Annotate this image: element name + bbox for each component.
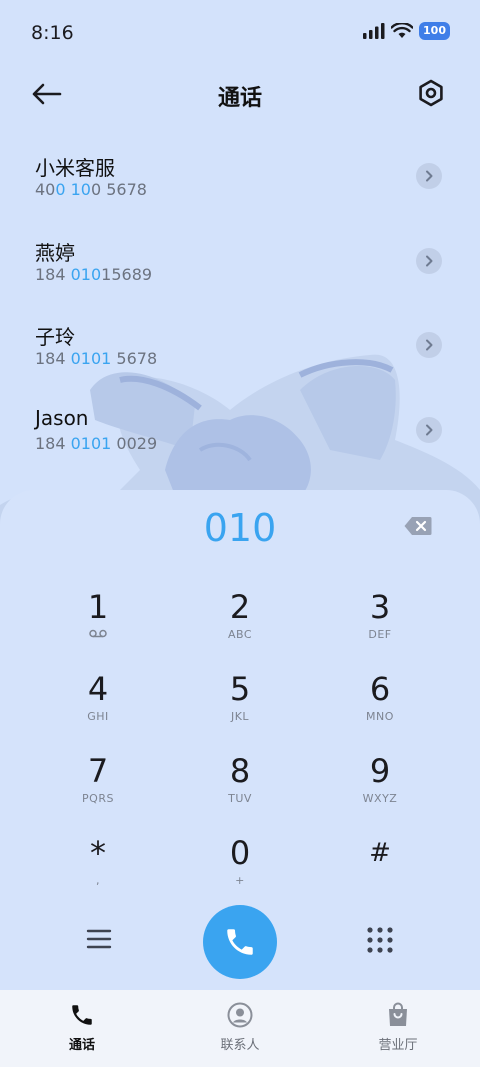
wifi-icon <box>391 23 414 38</box>
contact-item[interactable]: 小米客服 400 100 5678 <box>0 140 480 225</box>
key-letters: , <box>96 874 100 887</box>
key-digit: 8 <box>229 752 251 790</box>
contact-detail-button[interactable] <box>416 332 442 358</box>
key-3[interactable]: 3 DEF <box>325 588 435 658</box>
keypad-toggle-button[interactable] <box>366 926 394 954</box>
page-title: 通话 <box>217 86 262 111</box>
key-letters: JKL <box>230 710 250 723</box>
key-7[interactable]: 7 PQRS <box>43 752 153 822</box>
key-letters: + <box>235 874 245 887</box>
chevron-right-icon <box>426 255 433 266</box>
key-letters: TUV <box>228 792 252 805</box>
key-digit: # <box>369 838 391 868</box>
gear-icon <box>419 79 443 107</box>
bottom-navigation: 通话 联系人 营业厅 <box>0 990 480 1067</box>
key-letters: DEF <box>368 628 392 641</box>
contact-suggestion-list: 小米客服 400 100 5678 燕婷 184 01015689 子玲 184… <box>0 140 480 478</box>
chevron-right-icon <box>426 170 433 182</box>
settings-button[interactable] <box>416 78 448 110</box>
shopping-bag-icon <box>389 1002 407 1026</box>
key-star[interactable]: * , <box>43 834 153 904</box>
key-9[interactable]: 9 WXYZ <box>325 752 435 822</box>
key-digit: 3 <box>369 588 391 626</box>
contact-detail-button[interactable] <box>416 247 442 274</box>
contact-name: 燕婷 <box>35 240 75 265</box>
nav-tab-contacts[interactable]: 联系人 <box>190 1002 290 1053</box>
contact-number: 184 01015689 <box>35 264 153 284</box>
contact-item[interactable]: Jason 184 0101 0029 <box>0 394 480 479</box>
contact-name: 子玲 <box>35 325 75 349</box>
key-5[interactable]: 5 JKL <box>185 670 295 740</box>
key-hash[interactable]: # <box>325 834 435 904</box>
key-digit: * <box>90 834 106 872</box>
key-digit: 9 <box>369 752 391 790</box>
header: 通话 <box>0 70 480 118</box>
menu-button[interactable] <box>86 927 112 951</box>
contact-number: 400 100 5678 <box>35 180 147 199</box>
key-letters: PQRS <box>82 792 114 805</box>
key-letters: WXYZ <box>362 792 398 805</box>
key-4[interactable]: 4 GHI <box>43 670 153 740</box>
call-button[interactable] <box>203 905 277 979</box>
contact-number: 184 0101 5678 <box>35 349 158 368</box>
contact-detail-button[interactable] <box>416 163 442 189</box>
key-digit: 5 <box>229 670 251 708</box>
nav-label: 通话 <box>68 1038 95 1053</box>
nav-label: 营业厅 <box>378 1038 418 1053</box>
dialpad-panel: 010 1 2 ABC 3 DEF 4 GHI 5 JKL 6 MNO 7 PQ… <box>0 490 480 990</box>
contact-detail-button[interactable] <box>416 416 442 443</box>
key-digit: 0 <box>229 834 251 872</box>
backspace-icon <box>404 517 432 535</box>
contact-item[interactable]: 子玲 184 0101 5678 <box>0 309 480 394</box>
key-letters: GHI <box>87 710 109 723</box>
key-8[interactable]: 8 TUV <box>185 752 295 822</box>
nav-tab-service-hall[interactable]: 营业厅 <box>348 1002 448 1053</box>
key-2[interactable]: 2 ABC <box>185 588 295 658</box>
backspace-button[interactable] <box>404 516 432 536</box>
battery-indicator: 100 <box>419 22 450 40</box>
signal-icon <box>363 23 385 39</box>
contact-name: Jason <box>35 405 89 430</box>
chevron-right-icon <box>426 424 433 435</box>
key-digit: 7 <box>87 752 109 790</box>
person-icon <box>227 1002 253 1028</box>
key-1[interactable]: 1 <box>43 588 153 658</box>
menu-icon <box>86 929 112 949</box>
contact-item[interactable]: 燕婷 184 01015689 <box>0 225 480 310</box>
voicemail-icon <box>89 629 107 638</box>
phone-icon <box>227 929 253 955</box>
status-time: 8:16 <box>31 22 74 44</box>
key-digit: 1 <box>87 588 109 626</box>
contact-name: 小米客服 <box>35 156 115 180</box>
nav-label: 联系人 <box>220 1038 260 1053</box>
key-letters: ABC <box>227 628 253 641</box>
nav-tab-calls[interactable]: 通话 <box>32 1002 132 1053</box>
key-6[interactable]: 6 MNO <box>325 670 435 740</box>
key-digit: 4 <box>87 670 109 708</box>
chevron-right-icon <box>426 339 433 351</box>
status-icons: 100 <box>363 22 450 40</box>
phone-icon <box>72 1005 92 1025</box>
key-0[interactable]: 0 + <box>185 834 295 904</box>
contact-number: 184 0101 0029 <box>35 433 158 453</box>
key-digit: 6 <box>369 670 391 708</box>
key-digit: 2 <box>229 588 251 626</box>
key-letters: MNO <box>366 710 394 723</box>
dialpad-icon <box>367 927 393 953</box>
status-bar: 8:16 100 <box>0 0 480 64</box>
